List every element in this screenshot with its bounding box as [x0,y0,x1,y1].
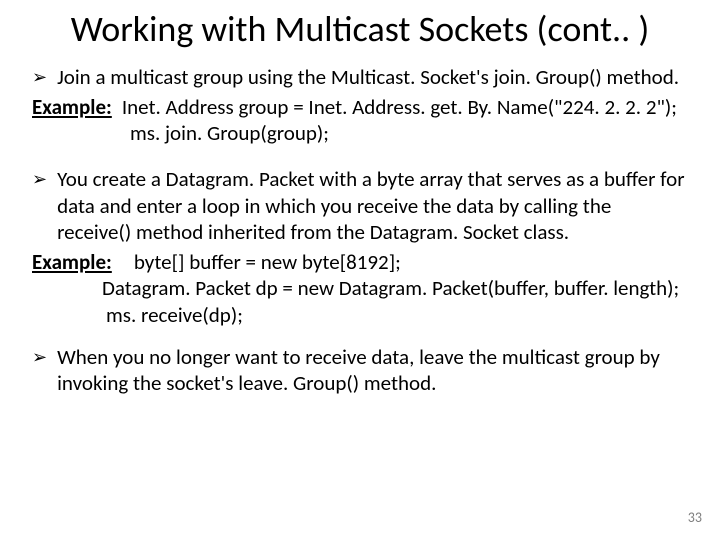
bullet-arrow-icon: ➢ [32,66,47,89]
bullet-text: When you no longer want to receive data,… [57,344,690,397]
bullet-arrow-icon: ➢ [32,168,47,191]
bullet-item-1: ➢ Join a multicast group using the Multi… [30,64,690,90]
code-line: ms. receive(dp); [30,302,690,328]
bullet-item-3: ➢ When you no longer want to receive dat… [30,344,690,397]
code-line: Inet. Address group = Inet. Address. get… [122,94,677,120]
bullet-text: Join a multicast group using the Multica… [57,64,679,90]
bullet-arrow-icon: ➢ [32,346,47,369]
bullet-text: You create a Datagram. Packet with a byt… [57,166,690,245]
example-line-2: Example: byte[] buffer = new byte[8192]; [30,249,690,275]
slide-title: Working with Multicast Sockets (cont.. ) [30,10,690,50]
code-line: byte[] buffer = new byte[8192]; [134,249,401,275]
example-line-1: Example: Inet. Address group = Inet. Add… [30,94,690,120]
code-line: ms. join. Group(group); [30,120,690,146]
bullet-item-2: ➢ You create a Datagram. Packet with a b… [30,166,690,245]
example-label: Example: [32,249,112,275]
example-label: Example: [32,94,112,120]
page-number: 33 [688,509,702,526]
code-line: Datagram. Packet dp = new Datagram. Pack… [30,275,690,301]
slide: Working with Multicast Sockets (cont.. )… [0,0,720,540]
